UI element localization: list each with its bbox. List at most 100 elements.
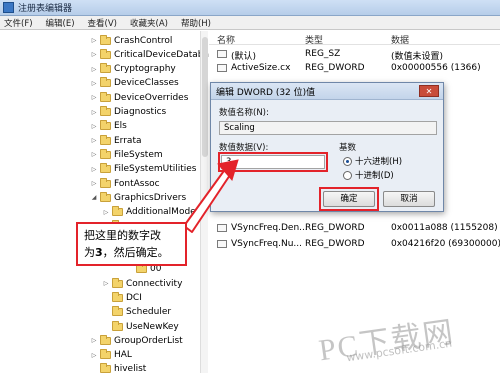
menu-favorites[interactable]: 收藏夹(A) <box>130 17 168 29</box>
tree-item[interactable]: ▷ FileSystem <box>90 147 163 162</box>
folder-icon <box>100 148 111 159</box>
tree-item[interactable]: hivelist <box>90 362 146 373</box>
string-value-icon <box>217 50 227 58</box>
value-row[interactable]: VSyncFreq.Nu... REG_DWORD 0x04216f20 (6930… <box>209 237 500 251</box>
expand-arrow-icon[interactable]: ▷ <box>90 80 98 87</box>
expand-arrow-icon[interactable]: ▷ <box>90 137 98 144</box>
value-name: ActiveSize.cx <box>231 63 291 73</box>
expand-arrow-icon[interactable]: ▷ <box>90 166 98 173</box>
radio-hex[interactable]: 十六进制(H) <box>343 155 402 167</box>
tree-item-label: FileSystemUtilities <box>114 164 197 175</box>
tree-item-label: hivelist <box>114 364 147 373</box>
value-type: REG_DWORD <box>305 223 365 233</box>
menu-help[interactable]: 帮助(H) <box>181 17 211 29</box>
folder-icon <box>136 263 147 274</box>
folder-icon <box>100 120 111 131</box>
tree-item-label: GraphicsDrivers <box>114 192 187 203</box>
tree-scrollbar[interactable] <box>200 31 208 373</box>
menu-edit[interactable]: 编辑(E) <box>46 17 75 29</box>
tree-item-label: CrashControl <box>114 35 173 46</box>
binary-value-icon <box>217 64 227 72</box>
radio-dec-indicator[interactable] <box>343 170 352 180</box>
registry-tree[interactable]: ▷ CrashControl ▷ CriticalDeviceDatabase ▷ Cry… <box>0 31 219 373</box>
value-name: VSyncFreq.Den... <box>231 223 308 233</box>
tree-item-label: DeviceOverrides <box>114 92 189 103</box>
tree-item[interactable]: ▷ Cryptography <box>90 62 176 77</box>
header-type[interactable]: 类型 <box>305 33 323 46</box>
tree-item-label: Els <box>114 121 127 132</box>
tree-item[interactable]: ▷ HAL <box>90 348 132 363</box>
folder-icon <box>112 291 123 302</box>
expand-arrow-icon[interactable]: ▷ <box>90 37 98 44</box>
expand-arrow-icon[interactable]: ▷ <box>90 352 98 359</box>
window-title: 注册表编辑器 <box>18 4 73 14</box>
highlight-box-input <box>218 152 328 172</box>
tree-item[interactable]: ▷ GroupOrderList <box>90 333 183 348</box>
expand-arrow-icon[interactable]: ◢ <box>90 194 98 201</box>
tree-item[interactable]: ▷ Diagnostics <box>90 105 166 120</box>
value-data: 0x00000556 (1366) <box>391 63 481 73</box>
tree-item[interactable]: ▷ FileSystemUtilities <box>90 162 197 177</box>
expand-arrow-icon[interactable]: ▷ <box>90 123 98 130</box>
header-name[interactable]: 名称 <box>217 33 235 46</box>
tree-item[interactable]: ▷ Els <box>90 119 127 134</box>
value-row[interactable]: VSyncFreq.Den... REG_DWORD 0x0011a088 (115… <box>209 221 500 235</box>
tree-item-label: DCI <box>126 292 142 303</box>
tree-item[interactable]: ▷ Connectivity <box>102 276 182 291</box>
folder-icon <box>100 334 111 345</box>
expand-arrow-icon[interactable]: ▷ <box>90 66 98 73</box>
value-type: REG_DWORD <box>305 239 365 249</box>
tree-item-label: AdditionalModeLis <box>126 207 208 218</box>
menu-bar: 文件(F) 编辑(E) 查看(V) 收藏夹(A) 帮助(H) <box>0 16 500 30</box>
radio-dec[interactable]: 十进制(D) <box>343 169 394 181</box>
edit-dword-dialog: 编辑 DWORD (32 位)值 ✕ 数值名称(N): Scaling 数值数据… <box>210 82 444 212</box>
expand-arrow-icon[interactable]: ▷ <box>90 337 98 344</box>
expand-arrow-icon[interactable]: ▷ <box>102 280 110 287</box>
tree-item[interactable]: Scheduler <box>102 305 171 320</box>
value-name-label: 数值名称(N): <box>219 108 269 118</box>
tree-item[interactable]: ▷ FontAssoc <box>90 176 160 191</box>
value-name-field: Scaling <box>219 121 437 135</box>
tree-item[interactable]: DCI <box>102 290 142 305</box>
callout-line2: 为3，然后确定。 <box>84 246 169 259</box>
value-type: REG_SZ <box>305 49 341 59</box>
tree-item-label: Cryptography <box>114 64 176 75</box>
folder-icon <box>112 277 123 288</box>
instruction-callout: 把这里的数字改 为3，然后确定。 <box>76 222 187 266</box>
tree-item[interactable]: ▷ DeviceOverrides <box>90 90 188 105</box>
menu-view[interactable]: 查看(V) <box>88 17 117 29</box>
folder-icon <box>100 63 111 74</box>
close-icon[interactable]: ✕ <box>419 85 439 97</box>
folder-icon <box>100 48 111 59</box>
expand-arrow-icon[interactable]: ▷ <box>90 51 98 58</box>
expand-arrow-icon[interactable]: ▷ <box>90 94 98 101</box>
tree-scrollbar-thumb[interactable] <box>202 37 208 157</box>
tree-item-label: DeviceClasses <box>114 78 179 89</box>
radio-hex-indicator[interactable] <box>343 156 352 166</box>
tree-item[interactable]: ◢ GraphicsDrivers <box>90 190 186 205</box>
folder-icon <box>112 306 123 317</box>
value-row[interactable]: ActiveSize.cx REG_DWORD 0x00000556 (1366) <box>209 61 500 75</box>
expand-arrow-icon[interactable]: ▷ <box>90 180 98 187</box>
value-name: VSyncFreq.Nu... <box>231 239 303 249</box>
tree-item[interactable]: ▷ Errata <box>90 133 142 148</box>
folder-icon <box>100 349 111 360</box>
tree-item[interactable]: ▷ AdditionalModeLis <box>102 205 208 220</box>
cancel-button[interactable]: 取消 <box>383 191 435 207</box>
tree-item[interactable]: ▷ CrashControl <box>90 33 172 48</box>
dialog-title: 编辑 DWORD (32 位)值 <box>211 83 443 100</box>
folder-icon <box>100 177 111 188</box>
menu-file[interactable]: 文件(F) <box>4 17 33 29</box>
expand-arrow-icon[interactable]: ▷ <box>90 109 98 116</box>
value-row[interactable]: (默认) REG_SZ (数值未设置) <box>209 47 500 62</box>
binary-value-icon <box>217 224 227 232</box>
expand-arrow-icon[interactable]: ▷ <box>102 209 110 216</box>
header-data[interactable]: 数据 <box>391 33 409 46</box>
tree-item-label: UseNewKey <box>126 321 179 332</box>
tree-item-label: FileSystem <box>114 149 163 160</box>
expand-arrow-icon[interactable]: ▷ <box>90 151 98 158</box>
tree-item[interactable]: UseNewKey <box>102 319 179 334</box>
value-type: REG_DWORD <box>305 63 365 73</box>
tree-item-label: Errata <box>114 135 142 146</box>
tree-item[interactable]: ▷ DeviceClasses <box>90 76 179 91</box>
